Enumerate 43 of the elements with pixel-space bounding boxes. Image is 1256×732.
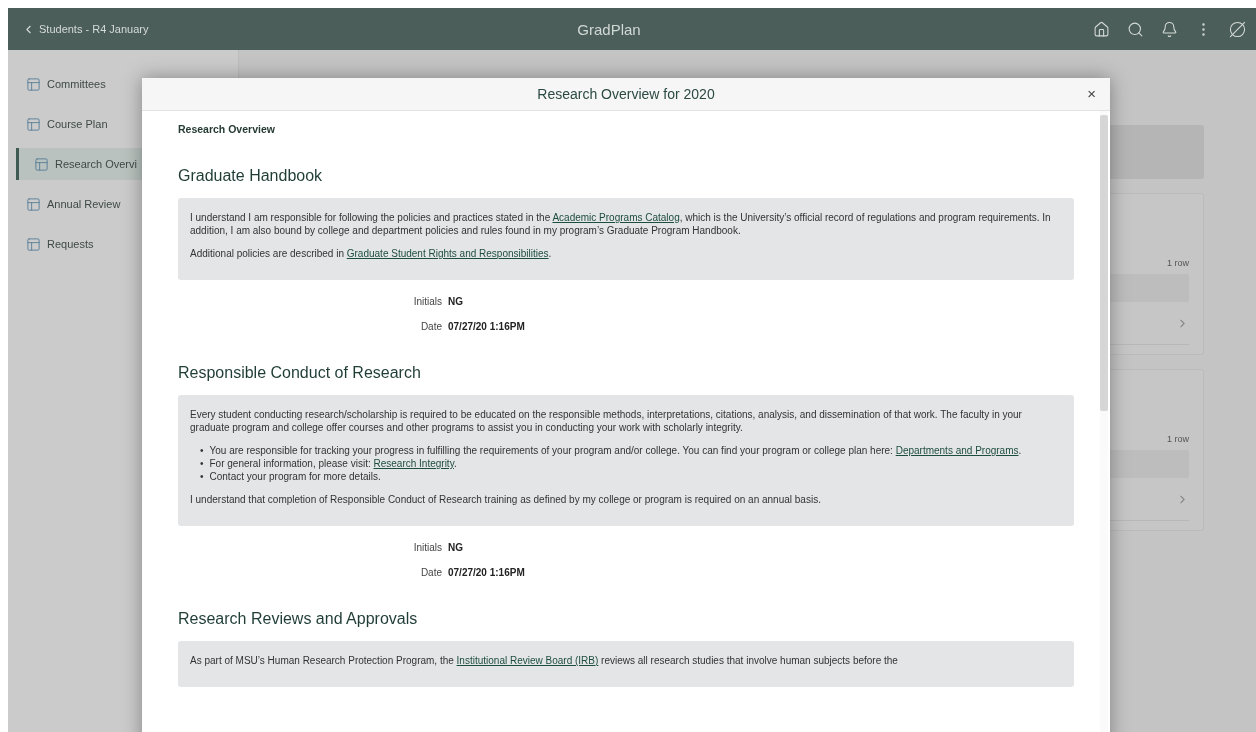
page-subtitle: Research Overview [178, 123, 276, 135]
text-link[interactable]: Research Integrity [373, 458, 454, 469]
field-value: NG [448, 542, 464, 553]
field-label: Initials [412, 296, 442, 307]
row-count: 1 row [1167, 258, 1189, 268]
home-icon[interactable] [1093, 20, 1110, 38]
table-icon [34, 156, 49, 172]
field-label: Initials [412, 542, 442, 553]
bullet-marker: • [200, 457, 204, 470]
field-label: Date [419, 321, 442, 332]
sidebar-item[interactable]: Committees [8, 68, 238, 100]
close-button[interactable]: × [1083, 85, 1100, 102]
field-value: 07/27/20 1:16PM [448, 321, 526, 332]
search-icon[interactable] [1127, 20, 1144, 38]
bullet-item: Contact your program for more details. [209, 470, 381, 483]
circle-slash-icon[interactable] [1229, 20, 1246, 38]
row-count: 1 row [1167, 434, 1189, 444]
modal-title: Research Overview for 2020 [537, 86, 715, 102]
table-icon [26, 236, 41, 252]
field-label: Date [419, 567, 442, 578]
back-link[interactable]: Students - R4 January [22, 22, 322, 36]
app-title: GradPlan [576, 20, 642, 38]
section-heading: Research Reviews and Approvals [178, 610, 419, 628]
bullet-marker: • [200, 470, 204, 483]
section-heading: Responsible Conduct of Research [178, 364, 422, 382]
table-icon [26, 196, 41, 212]
text-link[interactable]: Departments and Programs [895, 445, 1019, 456]
table-icon [26, 116, 41, 132]
text-link[interactable]: Academic Programs Catalog [552, 212, 680, 223]
field-value: NG [448, 296, 464, 307]
text-link[interactable]: Institutional Review Board (IRB) [456, 655, 599, 666]
bullet-item: You are responsible for tracking your progress in fulfilling the requirements of your program and/or college. You can find your program or college plan here: Departments and Programs. [209, 444, 1022, 457]
field-value: 07/27/20 1:16PM [448, 567, 526, 578]
paragraph: I understand that completion of Responsible Conduct of Research training as defined by my college or program is required on an annual basis. [190, 493, 822, 506]
table-icon [26, 76, 41, 92]
text-link[interactable]: Graduate Student Rights and Responsibilities [346, 248, 549, 259]
bullet-item: For general information, please visit: Research Integrity. [209, 457, 457, 470]
paragraph: Additional policies are described in Graduate Student Rights and Responsibilities. [190, 247, 553, 260]
paragraph: As part of MSU’s Human Research Protection Program, the Institutional Review Board (IRB) reviews all research studies that involve human subjects before the [190, 654, 899, 667]
bullet-marker: • [200, 444, 204, 457]
paragraph: I understand I am responsible for following the policies and practices stated in the Academic Programs Catalog, which is the University’s official record of regulations and program requirements. In addition, I am also bound by college and department policies and rules found in my program’s Graduate Program Handbook. [190, 211, 1052, 237]
bell-icon[interactable] [1161, 20, 1178, 38]
paragraph: Every student conducting research/scholarship is required to be educated on the responsible methods, interpretations, citations, analysis, and dissemination of that work. The faculty in your graduate program and college offer courses and other programs to assist you in conducting your work with scholarly integrity. [190, 408, 1023, 434]
